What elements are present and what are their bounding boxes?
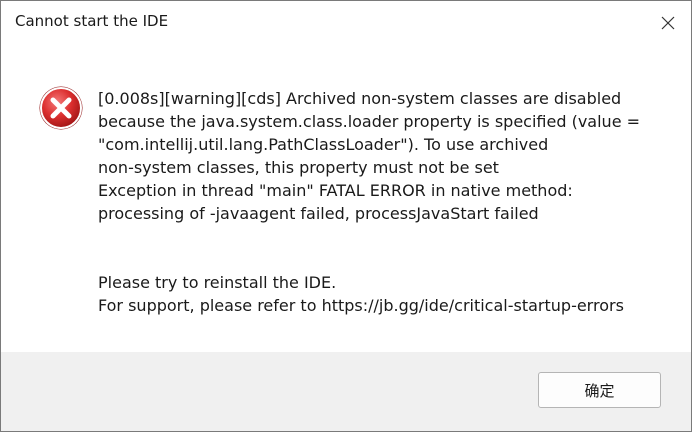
message-line: Exception in thread "main" FATAL ERROR i… bbox=[98, 181, 573, 200]
message-line: "com.intellij.util.lang.PathClassLoader"… bbox=[98, 135, 549, 154]
message-line: non-system classes, this property must n… bbox=[98, 158, 499, 177]
help-line: Please try to reinstall the IDE. bbox=[98, 273, 337, 292]
help-line: For support, please refer to https://jb.… bbox=[98, 296, 624, 315]
dialog-content: [0.008s][warning][cds] Archived non-syst… bbox=[1, 45, 691, 352]
error-icon bbox=[39, 86, 83, 130]
error-message: [0.008s][warning][cds] Archived non-syst… bbox=[98, 87, 678, 317]
dialog-footer: 确定 bbox=[1, 352, 691, 431]
close-icon bbox=[661, 16, 675, 30]
title-bar: Cannot start the IDE bbox=[1, 1, 691, 45]
message-spacer bbox=[98, 225, 678, 271]
message-line: because the java.system.class.loader pro… bbox=[98, 112, 641, 131]
message-line: [0.008s][warning][cds] Archived non-syst… bbox=[98, 89, 622, 108]
message-line: processing of -javaagent failed, process… bbox=[98, 204, 539, 223]
close-button[interactable] bbox=[645, 1, 691, 45]
error-dialog: Cannot start the IDE [0.008s][warning][c… bbox=[0, 0, 692, 432]
dialog-title: Cannot start the IDE bbox=[15, 12, 169, 30]
ok-button[interactable]: 确定 bbox=[538, 372, 661, 408]
